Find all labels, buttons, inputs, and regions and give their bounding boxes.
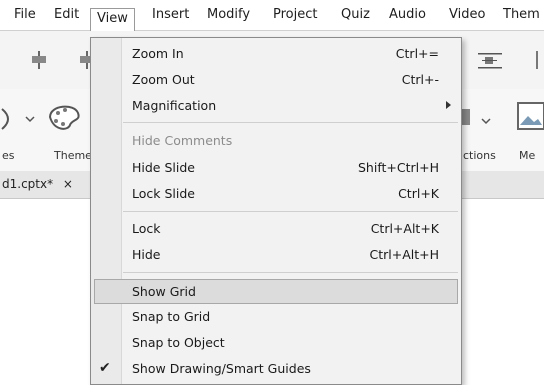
hide-slide-label: Hide Slide <box>132 160 195 175</box>
shapes-icon[interactable] <box>0 105 40 133</box>
ribbon-interactions-label: ctions <box>463 149 496 162</box>
zoom-out-label: Zoom Out <box>132 72 195 87</box>
themes-palette-icon[interactable] <box>44 99 84 135</box>
menu-item-lock-slide[interactable]: Lock Slide Ctrl+K <box>91 181 461 206</box>
menu-project[interactable]: Project <box>273 0 317 30</box>
hide-label: Hide <box>132 247 161 262</box>
hide-shortcut: Ctrl+Alt+H <box>369 247 439 262</box>
distribute-icon[interactable] <box>478 53 502 69</box>
menu-item-hide-slide[interactable]: Hide Slide Shift+Ctrl+H <box>91 155 461 180</box>
menu-item-lock[interactable]: Lock Ctrl+Alt+K <box>91 216 461 241</box>
menu-insert[interactable]: Insert <box>152 0 189 30</box>
menu-item-snap-to-grid[interactable]: Snap to Grid <box>91 304 461 329</box>
menu-item-show-guides[interactable]: ✔ Show Drawing/Smart Guides <box>91 356 461 381</box>
ribbon-themes-label: Theme <box>54 149 92 162</box>
close-tab-icon[interactable]: × <box>63 177 73 191</box>
menu-item-hide-comments: Hide Comments <box>91 128 461 153</box>
ribbon-shapes-label: es <box>2 149 15 162</box>
document-tab-label: d1.cptx* <box>2 177 54 191</box>
lock-shortcut: Ctrl+Alt+K <box>370 221 439 236</box>
menu-item-snap-to-object[interactable]: Snap to Object <box>91 330 461 355</box>
lock-label: Lock <box>132 221 161 236</box>
menubar: File Edit View Insert Modify Project Qui… <box>0 0 544 31</box>
menu-file[interactable]: File <box>14 0 36 30</box>
submenu-arrow-icon <box>446 101 451 109</box>
hide-slide-shortcut: Shift+Ctrl+H <box>358 160 439 175</box>
lock-slide-shortcut: Ctrl+K <box>398 186 439 201</box>
align-center-icon[interactable] <box>30 51 48 69</box>
menu-separator <box>123 122 458 123</box>
menu-item-zoom-in[interactable]: Zoom In Ctrl+= <box>91 41 461 66</box>
menu-edit[interactable]: Edit <box>54 0 79 30</box>
magnification-label: Magnification <box>132 98 217 113</box>
arrange-icon[interactable] <box>532 51 542 69</box>
interactions-icon[interactable] <box>462 107 502 135</box>
zoom-out-shortcut: Ctrl+- <box>401 72 439 87</box>
view-menu-dropdown: Zoom In Ctrl+= Zoom Out Ctrl+- Magnifica… <box>90 37 462 385</box>
show-grid-label: Show Grid <box>132 284 196 299</box>
menu-separator <box>123 211 458 212</box>
snap-to-grid-label: Snap to Grid <box>132 309 211 324</box>
menu-item-hide[interactable]: Hide Ctrl+Alt+H <box>91 242 461 267</box>
checkmark-icon: ✔ <box>99 360 111 376</box>
menu-themes[interactable]: Them <box>503 0 540 30</box>
menu-item-magnification[interactable]: Magnification <box>91 93 461 118</box>
menu-separator <box>123 272 458 273</box>
snap-to-object-label: Snap to Object <box>132 335 225 350</box>
menu-audio[interactable]: Audio <box>389 0 426 30</box>
menu-video[interactable]: Video <box>449 0 485 30</box>
menu-view[interactable]: View <box>90 8 135 31</box>
zoom-in-label: Zoom In <box>132 46 184 61</box>
zoom-in-shortcut: Ctrl+= <box>395 46 439 61</box>
hide-comments-label: Hide Comments <box>132 133 233 148</box>
show-guides-label: Show Drawing/Smart Guides <box>132 361 311 376</box>
menu-item-zoom-out[interactable]: Zoom Out Ctrl+- <box>91 67 461 92</box>
menu-item-show-grid[interactable]: Show Grid <box>94 279 458 304</box>
menu-quiz[interactable]: Quiz <box>341 0 370 30</box>
menu-modify[interactable]: Modify <box>207 0 250 30</box>
media-icon[interactable] <box>512 101 544 135</box>
ribbon-media-label: Me <box>519 149 536 162</box>
lock-slide-label: Lock Slide <box>132 186 195 201</box>
document-tab[interactable]: d1.cptx* × <box>0 171 73 198</box>
